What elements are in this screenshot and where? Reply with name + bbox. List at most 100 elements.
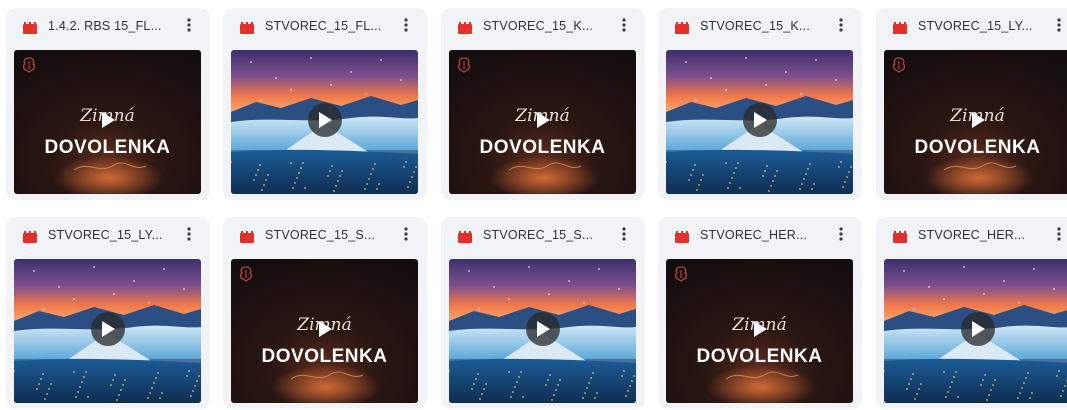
card-header: STVOREC_15_K... bbox=[658, 8, 862, 46]
brand-logo-icon bbox=[20, 56, 38, 74]
play-button[interactable] bbox=[743, 312, 777, 346]
card-header: STVOREC_HER... bbox=[658, 217, 862, 255]
card-header: 1.4.2. RBS 15_FL... bbox=[6, 8, 210, 46]
video-thumbnail[interactable] bbox=[231, 50, 418, 194]
video-file-icon bbox=[240, 21, 254, 34]
card-header: STVOREC_15_S... bbox=[223, 217, 427, 255]
video-thumbnail[interactable]: ZimnáDOVOLENKA bbox=[884, 50, 1067, 194]
file-title: STVOREC_15_S... bbox=[483, 228, 593, 242]
video-thumbnail[interactable]: ZimnáDOVOLENKA bbox=[14, 50, 201, 194]
more-options-button[interactable] bbox=[180, 226, 198, 246]
video-thumbnail[interactable]: ZimnáDOVOLENKA bbox=[449, 50, 636, 194]
video-file-icon bbox=[240, 230, 254, 243]
video-file-card[interactable]: STVOREC_15_K... ZimnáDOVOLENKA bbox=[441, 8, 645, 200]
brand-logo-icon bbox=[672, 265, 690, 283]
video-file-icon bbox=[23, 230, 37, 243]
play-icon bbox=[753, 321, 767, 337]
more-options-button[interactable] bbox=[615, 226, 633, 246]
video-file-icon bbox=[23, 21, 37, 34]
file-title: STVOREC_15_K... bbox=[700, 19, 810, 33]
play-button[interactable] bbox=[960, 312, 995, 346]
thumbnail-main-text: DOVOLENKA bbox=[696, 346, 823, 367]
file-title: STVOREC_15_LY... bbox=[48, 228, 163, 242]
more-vert-icon bbox=[1057, 226, 1061, 246]
video-thumbnail[interactable]: ZimnáDOVOLENKA bbox=[231, 259, 418, 403]
play-icon bbox=[753, 112, 767, 128]
play-button[interactable] bbox=[526, 103, 560, 137]
more-options-button[interactable] bbox=[832, 17, 850, 37]
play-button[interactable] bbox=[307, 103, 342, 137]
play-icon bbox=[318, 112, 332, 128]
more-vert-icon bbox=[622, 226, 626, 246]
video-thumbnail[interactable] bbox=[666, 50, 853, 194]
play-icon bbox=[101, 112, 115, 128]
card-header: STVOREC_HER... bbox=[876, 217, 1067, 255]
card-header: STVOREC_15_LY... bbox=[6, 217, 210, 255]
play-button[interactable] bbox=[308, 312, 342, 346]
play-button[interactable] bbox=[742, 103, 777, 137]
more-options-button[interactable] bbox=[832, 226, 850, 246]
more-vert-icon bbox=[187, 17, 191, 37]
file-title: STVOREC_15_S... bbox=[265, 228, 375, 242]
play-button[interactable] bbox=[525, 312, 560, 346]
play-icon bbox=[971, 112, 985, 128]
file-title: STVOREC_HER... bbox=[918, 228, 1025, 242]
file-title: STVOREC_15_K... bbox=[483, 19, 593, 33]
video-file-card[interactable]: STVOREC_15_LY... bbox=[6, 217, 210, 409]
video-file-card[interactable]: 1.4.2. RBS 15_FL... ZimnáDOVOLENKA bbox=[6, 8, 210, 200]
more-vert-icon bbox=[622, 17, 626, 37]
video-thumbnail[interactable] bbox=[449, 259, 636, 403]
more-options-button[interactable] bbox=[615, 17, 633, 37]
play-icon bbox=[971, 321, 985, 337]
brand-logo-icon bbox=[455, 56, 473, 74]
more-vert-icon bbox=[404, 226, 408, 246]
video-file-card[interactable]: STVOREC_HER... ZimnáDOVOLENKA bbox=[658, 217, 862, 409]
play-button[interactable] bbox=[961, 103, 995, 137]
file-title: STVOREC_15_LY... bbox=[918, 19, 1033, 33]
play-button[interactable] bbox=[90, 312, 125, 346]
video-thumbnail[interactable] bbox=[884, 259, 1067, 403]
thumbnail-main-text: DOVOLENKA bbox=[479, 137, 606, 158]
video-file-card[interactable]: STVOREC_15_FL... bbox=[223, 8, 427, 200]
video-thumbnail[interactable]: ZimnáDOVOLENKA bbox=[666, 259, 853, 403]
more-options-button[interactable] bbox=[397, 17, 415, 37]
video-file-icon bbox=[675, 21, 689, 34]
video-file-icon bbox=[458, 230, 472, 243]
more-vert-icon bbox=[1057, 17, 1061, 37]
more-vert-icon bbox=[187, 226, 191, 246]
card-header: STVOREC_15_LY... bbox=[876, 8, 1067, 46]
video-file-grid: 1.4.2. RBS 15_FL...ZimnáDOVOLENKASTVOREC… bbox=[0, 0, 1067, 410]
play-icon bbox=[318, 321, 332, 337]
thumbnail-main-text: DOVOLENKA bbox=[44, 137, 171, 158]
file-title: STVOREC_15_FL... bbox=[265, 19, 382, 33]
more-options-button[interactable] bbox=[397, 226, 415, 246]
file-title: 1.4.2. RBS 15_FL... bbox=[48, 19, 162, 33]
file-title: STVOREC_HER... bbox=[700, 228, 807, 242]
video-file-card[interactable]: STVOREC_15_LY... ZimnáDOVOLENKA bbox=[876, 8, 1067, 200]
brand-logo-icon bbox=[237, 265, 255, 283]
video-file-card[interactable]: STVOREC_HER... bbox=[876, 217, 1067, 409]
video-file-icon bbox=[675, 230, 689, 243]
more-vert-icon bbox=[404, 17, 408, 37]
video-file-card[interactable]: STVOREC_15_S... ZimnáDOVOLENKA bbox=[223, 217, 427, 409]
play-icon bbox=[536, 112, 550, 128]
video-file-icon bbox=[893, 21, 907, 34]
more-options-button[interactable] bbox=[180, 17, 198, 37]
card-header: STVOREC_15_FL... bbox=[223, 8, 427, 46]
video-thumbnail[interactable] bbox=[14, 259, 201, 403]
video-file-icon bbox=[893, 230, 907, 243]
more-vert-icon bbox=[839, 17, 843, 37]
video-file-card[interactable]: STVOREC_15_S... bbox=[441, 217, 645, 409]
card-header: STVOREC_15_K... bbox=[441, 8, 645, 46]
more-options-button[interactable] bbox=[1050, 226, 1067, 246]
card-header: STVOREC_15_S... bbox=[441, 217, 645, 255]
play-button[interactable] bbox=[91, 103, 125, 137]
video-file-card[interactable]: STVOREC_15_K... bbox=[658, 8, 862, 200]
thumbnail-main-text: DOVOLENKA bbox=[914, 137, 1041, 158]
video-file-icon bbox=[458, 21, 472, 34]
brand-logo-icon bbox=[890, 56, 908, 74]
more-options-button[interactable] bbox=[1050, 17, 1067, 37]
play-icon bbox=[101, 321, 115, 337]
play-icon bbox=[536, 321, 550, 337]
more-vert-icon bbox=[839, 226, 843, 246]
